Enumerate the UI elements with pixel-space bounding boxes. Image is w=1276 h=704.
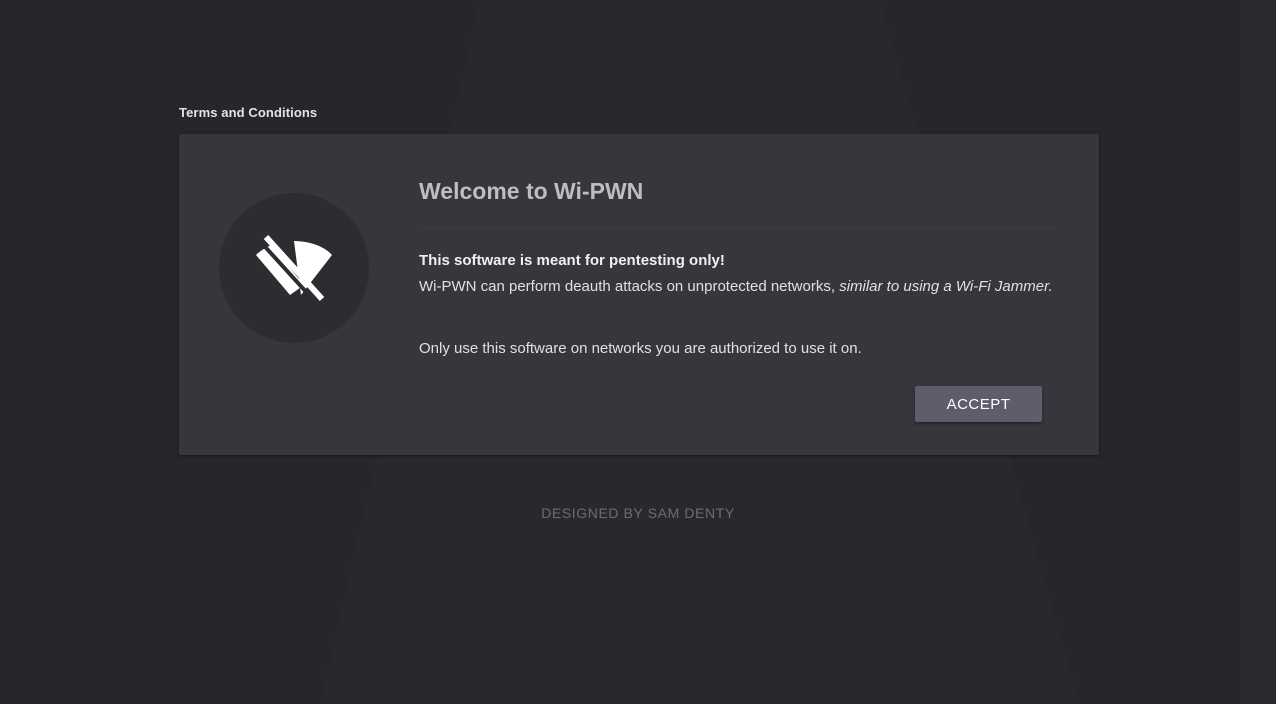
description-text: Wi-PWN can perform deauth attacks on unp… bbox=[419, 278, 840, 295]
section-title: Terms and Conditions bbox=[179, 105, 318, 120]
description-italic: similar to using a Wi-Fi Jammer. bbox=[839, 278, 1053, 295]
icon-circle bbox=[219, 193, 369, 343]
title-divider bbox=[419, 228, 1055, 229]
pentest-warning: This software is meant for pentesting on… bbox=[419, 252, 725, 269]
accept-button[interactable]: ACCEPT bbox=[915, 386, 1042, 422]
welcome-title: Welcome to Wi-PWN bbox=[419, 178, 644, 204]
designer-credit: DESIGNED BY SAM DENTY bbox=[541, 505, 735, 521]
authorization-note: Only use this software on networks you a… bbox=[419, 340, 862, 357]
deauth-description: Wi-PWN can perform deauth attacks on unp… bbox=[419, 275, 1059, 299]
wifi-off-icon bbox=[256, 234, 332, 303]
terms-card: Welcome to Wi-PWN This software is meant… bbox=[179, 134, 1099, 455]
